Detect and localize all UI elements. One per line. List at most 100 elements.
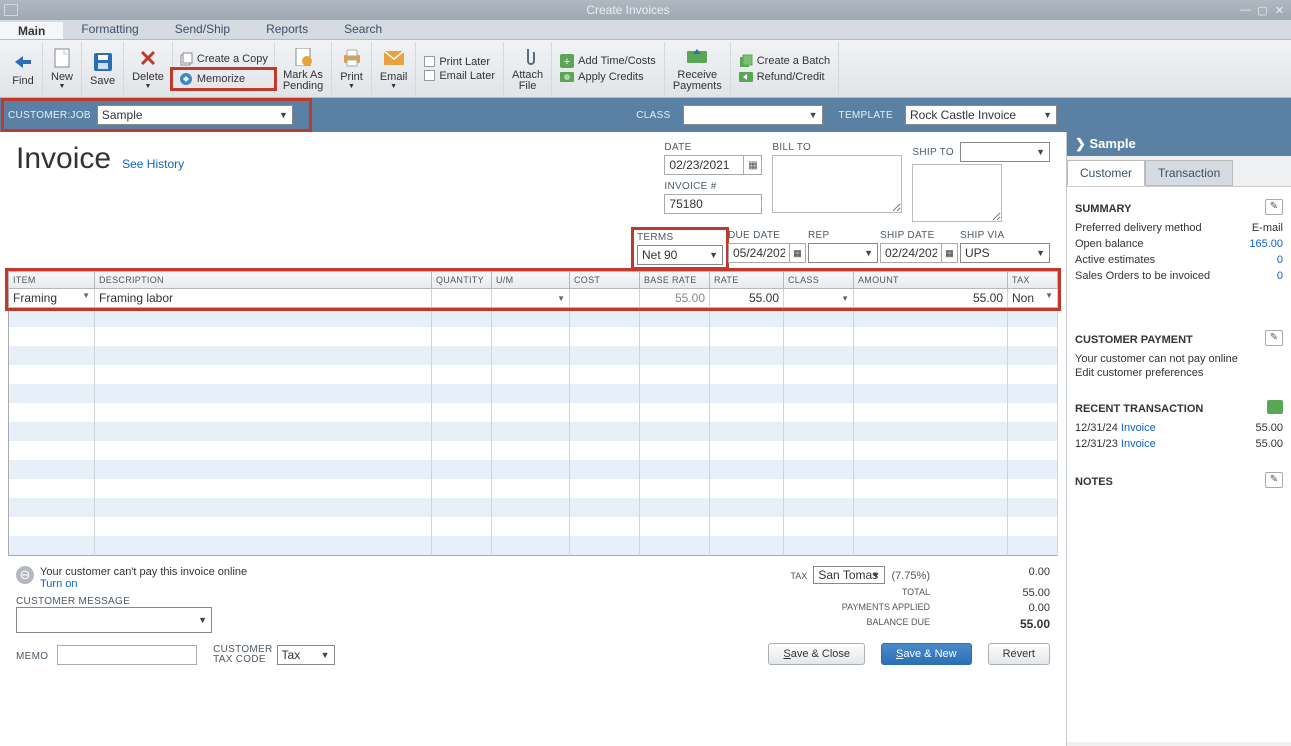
add-time-costs-button[interactable]: +Add Time/Costs bbox=[560, 54, 656, 68]
email-later-check[interactable]: Email Later bbox=[424, 70, 495, 82]
find-button[interactable]: Find bbox=[4, 42, 43, 95]
rep-select[interactable]: ▼ bbox=[808, 243, 878, 263]
edit-payment-icon[interactable]: ✎ bbox=[1265, 330, 1283, 346]
calendar-icon[interactable]: ▦ bbox=[790, 243, 806, 263]
line-items-table-blank[interactable] bbox=[8, 308, 1058, 556]
sales-orders-link[interactable]: 0 bbox=[1277, 270, 1283, 282]
invoice-no-input[interactable] bbox=[664, 194, 762, 214]
memorize-button[interactable]: Memorize bbox=[173, 70, 274, 88]
col-amount[interactable]: AMOUNT bbox=[854, 272, 1008, 289]
recent2-amt: 55.00 bbox=[1255, 438, 1283, 450]
tab-search[interactable]: Search bbox=[326, 20, 400, 39]
refund-credit-button[interactable]: Refund/Credit bbox=[739, 70, 830, 84]
line-items-table: ITEM DESCRIPTION QUANTITY U/M COST BASE … bbox=[8, 271, 1058, 308]
edit-summary-icon[interactable]: ✎ bbox=[1265, 199, 1283, 215]
col-description[interactable]: DESCRIPTION bbox=[95, 272, 432, 289]
print-button[interactable]: Print▼ bbox=[332, 42, 372, 95]
save-icon bbox=[92, 51, 114, 73]
tax-amount: 0.00 bbox=[970, 566, 1050, 584]
email-button[interactable]: Email▼ bbox=[372, 42, 417, 95]
duedate-input[interactable] bbox=[728, 243, 790, 263]
customer-job-label: CUSTOMER:JOB bbox=[8, 110, 91, 121]
receive-payments-button[interactable]: Receive Payments bbox=[665, 42, 731, 95]
shipto-select[interactable]: ▼ bbox=[960, 142, 1050, 162]
table-row[interactable]: Framing▼ Framing labor ▼ 55.00 55.00 ▼ 5… bbox=[9, 289, 1058, 308]
side-panel: ❯ Sample Customer Transaction SUMMARY✎ P… bbox=[1066, 132, 1291, 746]
recent1-date: 12/31/24 bbox=[1075, 422, 1118, 434]
save-new-button[interactable]: Save & New bbox=[881, 643, 972, 665]
time-icon: + bbox=[560, 54, 574, 68]
revert-button[interactable]: Revert bbox=[988, 643, 1050, 665]
recent2-link[interactable]: Invoice bbox=[1121, 438, 1156, 450]
close-icon[interactable]: ✕ bbox=[1272, 4, 1287, 17]
open-balance-link[interactable]: 165.00 bbox=[1249, 238, 1283, 250]
date-input[interactable] bbox=[664, 155, 744, 175]
col-item[interactable]: ITEM bbox=[9, 272, 95, 289]
save-close-button[interactable]: SSave & Closeave & Close bbox=[768, 643, 865, 665]
tab-reports[interactable]: Reports bbox=[248, 20, 326, 39]
edit-notes-icon[interactable]: ✎ bbox=[1265, 472, 1283, 488]
customer-message-label: CUSTOMER MESSAGE bbox=[16, 596, 247, 607]
col-rate[interactable]: RATE bbox=[710, 272, 784, 289]
apply-credits-button[interactable]: Apply Credits bbox=[560, 70, 656, 84]
delete-button[interactable]: Delete▼ bbox=[124, 42, 173, 95]
tab-main[interactable]: Main bbox=[0, 20, 63, 39]
summary-title: SUMMARY bbox=[1075, 203, 1131, 215]
maximize-icon[interactable]: ▢ bbox=[1255, 4, 1270, 17]
shipdate-input[interactable] bbox=[880, 243, 942, 263]
billto-input[interactable] bbox=[772, 155, 902, 213]
col-tax[interactable]: TAX bbox=[1008, 272, 1058, 289]
col-um[interactable]: U/M bbox=[492, 272, 570, 289]
col-cost[interactable]: COST bbox=[570, 272, 640, 289]
tax-code-select[interactable]: Tax▼ bbox=[277, 645, 335, 665]
tab-formatting[interactable]: Formatting bbox=[63, 20, 156, 39]
pdm-label: Preferred delivery method bbox=[1075, 222, 1202, 234]
memorize-icon bbox=[179, 72, 193, 86]
recent1-amt: 55.00 bbox=[1255, 422, 1283, 434]
tax-code-label: CUSTOMER TAX CODE bbox=[213, 645, 272, 665]
save-button[interactable]: Save bbox=[82, 42, 124, 95]
app-menu-icon[interactable] bbox=[4, 4, 18, 16]
edit-prefs-link[interactable]: Edit customer preferences bbox=[1075, 367, 1203, 379]
customer-message-select[interactable]: ▼ bbox=[16, 607, 212, 633]
attach-file-button[interactable]: Attach File bbox=[504, 42, 552, 95]
total-amount: 55.00 bbox=[970, 587, 1050, 599]
new-button[interactable]: New▼ bbox=[43, 42, 82, 95]
active-estimates-link[interactable]: 0 bbox=[1277, 254, 1283, 266]
tab-sendship[interactable]: Send/Ship bbox=[157, 20, 248, 39]
refresh-icon[interactable] bbox=[1267, 400, 1283, 414]
print-later-check[interactable]: Print Later bbox=[424, 56, 495, 68]
template-select[interactable]: Rock Castle Invoice▼ bbox=[905, 105, 1057, 125]
calendar-icon[interactable]: ▦ bbox=[744, 155, 762, 175]
col-base-rate[interactable]: BASE RATE bbox=[640, 272, 710, 289]
memo-input[interactable] bbox=[57, 645, 197, 665]
minimize-icon[interactable]: — bbox=[1238, 4, 1253, 17]
col-quantity[interactable]: QUANTITY bbox=[432, 272, 492, 289]
customer-job-select[interactable]: Sample▼ bbox=[97, 105, 293, 125]
duedate-label: DUE DATE bbox=[728, 230, 806, 241]
customer-bar: CUSTOMER:JOB Sample▼ CLASS ▼ TEMPLATE Ro… bbox=[0, 98, 1291, 132]
ribbon-tabs: ⤢ Main Formatting Send/Ship Reports Sear… bbox=[0, 20, 1291, 40]
create-copy-button[interactable]: Create a Copy bbox=[173, 50, 274, 68]
refund-icon bbox=[739, 70, 753, 84]
side-tab-customer[interactable]: Customer bbox=[1067, 160, 1145, 186]
side-tab-transaction[interactable]: Transaction bbox=[1145, 160, 1233, 186]
shipto-input[interactable] bbox=[912, 164, 1002, 222]
tax-select[interactable]: San Tomas▼ bbox=[813, 566, 885, 584]
mark-pending-button[interactable]: Mark As Pending bbox=[275, 42, 332, 95]
col-class[interactable]: CLASS bbox=[784, 272, 854, 289]
recent-txn-title: RECENT TRANSACTION bbox=[1075, 403, 1203, 415]
calendar-icon[interactable]: ▦ bbox=[942, 243, 958, 263]
paperclip-icon bbox=[517, 46, 539, 68]
terms-select[interactable]: Net 90▼ bbox=[637, 245, 723, 265]
shipvia-label: SHIP VIA bbox=[960, 230, 1050, 241]
date-label: DATE bbox=[664, 142, 762, 153]
see-history-link[interactable]: See History bbox=[122, 157, 184, 171]
recent1-link[interactable]: Invoice bbox=[1121, 422, 1156, 434]
turn-on-link[interactable]: Turn on bbox=[40, 578, 78, 590]
arrow-left-icon bbox=[12, 51, 34, 73]
create-batch-button[interactable]: Create a Batch bbox=[739, 54, 830, 68]
shipvia-select[interactable]: UPS▼ bbox=[960, 243, 1050, 263]
class-select[interactable]: ▼ bbox=[683, 105, 823, 125]
pdm-value: E-mail bbox=[1252, 222, 1283, 234]
